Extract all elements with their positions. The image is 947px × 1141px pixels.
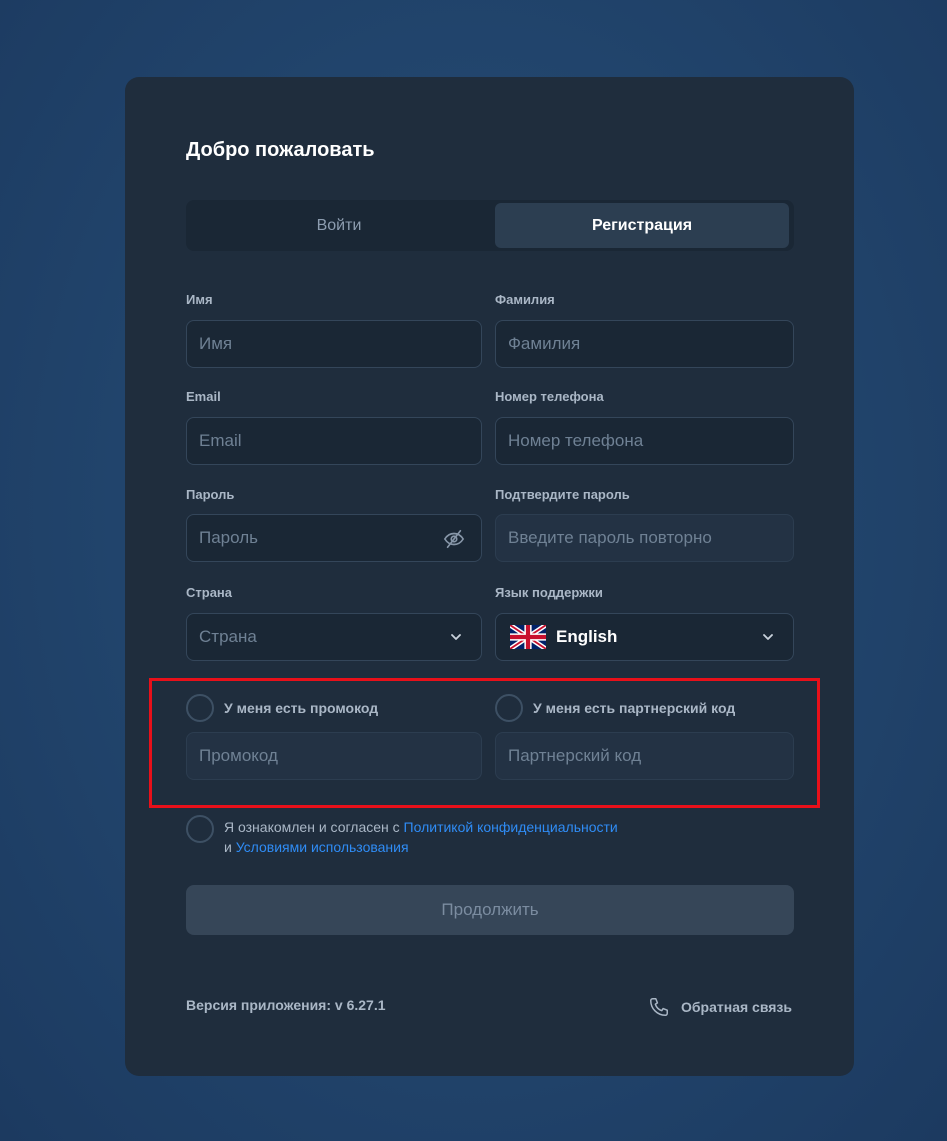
last-name-input[interactable]	[496, 321, 793, 367]
tab-login[interactable]: Войти	[189, 203, 489, 248]
privacy-policy-link[interactable]: Политикой конфиденциальности	[404, 819, 618, 835]
agreement-text: Я ознакомлен и согласен с Политикой конф…	[224, 817, 618, 857]
uk-flag-icon	[510, 625, 546, 649]
password-label: Пароль	[186, 487, 235, 502]
support-language-select[interactable]: English	[495, 613, 794, 661]
phone-label: Номер телефона	[495, 389, 604, 404]
phone-input[interactable]	[496, 418, 793, 464]
partner-checkbox-label: У меня есть партнерский код	[533, 700, 736, 716]
country-label: Страна	[186, 585, 233, 600]
feedback-link[interactable]: Обратная связь	[648, 995, 794, 1021]
partner-checkbox[interactable]	[495, 694, 523, 722]
country-select-value: Страна	[199, 627, 257, 646]
continue-button[interactable]: Продолжить	[186, 885, 794, 935]
support-language-label: Язык поддержки	[495, 585, 603, 600]
first-name-field	[186, 320, 482, 368]
registration-card: Добро пожаловать Войти Регистрация Имя Ф…	[125, 77, 854, 1076]
partner-input[interactable]	[496, 733, 793, 779]
country-select[interactable]: Страна	[186, 613, 482, 661]
confirm-password-label: Подтвердите пароль	[495, 487, 630, 502]
auth-tabs: Войти Регистрация	[186, 200, 794, 251]
first-name-label: Имя	[186, 292, 213, 307]
email-field	[186, 417, 482, 465]
partner-field	[495, 732, 794, 780]
promo-checkbox[interactable]	[186, 694, 214, 722]
eye-off-icon[interactable]	[443, 528, 465, 550]
terms-of-use-link[interactable]: Условиями использования	[236, 839, 409, 855]
chevron-down-icon	[451, 634, 461, 640]
email-label: Email	[186, 389, 221, 404]
last-name-field	[495, 320, 794, 368]
confirm-password-input[interactable]	[496, 515, 793, 561]
app-version: Версия приложения: v 6.27.1	[186, 997, 386, 1013]
chevron-down-icon	[763, 634, 773, 640]
agreement-text-and: и	[224, 839, 236, 855]
password-field	[186, 514, 482, 562]
agreement-checkbox[interactable]	[186, 815, 214, 843]
first-name-input[interactable]	[187, 321, 481, 367]
agreement-text-before: Я ознакомлен и согласен с	[224, 819, 404, 835]
password-input[interactable]	[187, 515, 481, 561]
promo-field	[186, 732, 482, 780]
promo-checkbox-label: У меня есть промокод	[224, 700, 379, 716]
support-language-value: English	[556, 627, 618, 646]
feedback-label: Обратная связь	[681, 999, 792, 1015]
tab-register[interactable]: Регистрация	[495, 203, 789, 248]
phone-field	[495, 417, 794, 465]
confirm-password-field	[495, 514, 794, 562]
page-title: Добро пожаловать	[186, 139, 375, 161]
email-input[interactable]	[187, 418, 481, 464]
phone-icon	[650, 998, 668, 1016]
last-name-label: Фамилия	[495, 292, 555, 307]
promo-input[interactable]	[187, 733, 481, 779]
